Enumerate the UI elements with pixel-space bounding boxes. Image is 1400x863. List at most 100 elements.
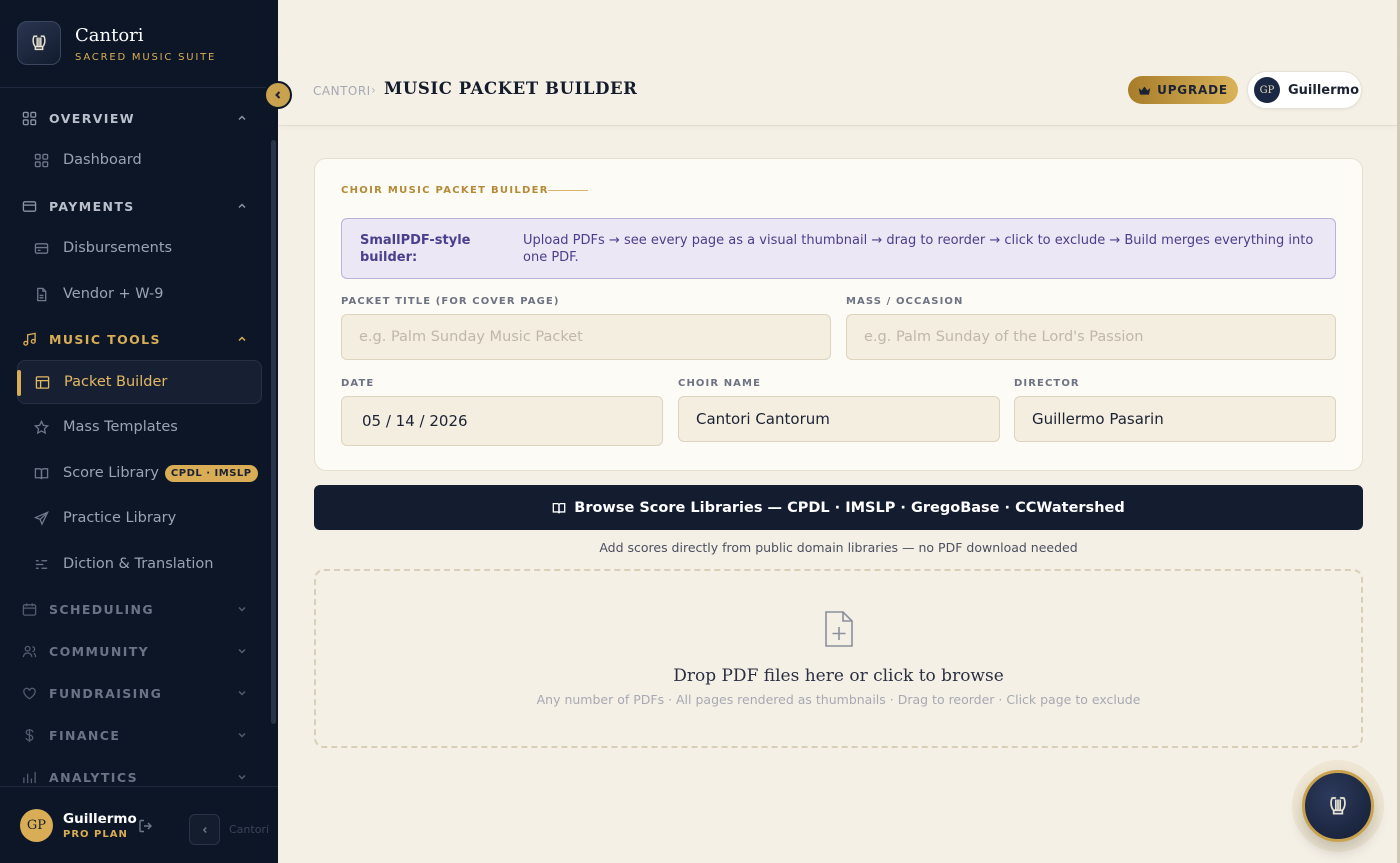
library-badge: CPDL · IMSLP bbox=[164, 464, 258, 482]
section-label: PAYMENTS bbox=[49, 198, 135, 214]
avatar[interactable]: GP bbox=[20, 809, 53, 842]
package-icon bbox=[35, 375, 50, 389]
section-finance[interactable]: FINANCE bbox=[0, 716, 270, 754]
user-name: Guillermo bbox=[1288, 82, 1359, 98]
sidebar-item-label: Vendor + W-9 bbox=[63, 286, 164, 302]
assistant-button[interactable] bbox=[1302, 770, 1374, 842]
section-payments[interactable]: PAYMENTS bbox=[0, 187, 270, 225]
file-plus-icon bbox=[825, 611, 853, 647]
choir-name-input[interactable]: Cantori Cantorum bbox=[678, 396, 1000, 442]
avatar: GP bbox=[1254, 77, 1280, 103]
sidebar-item-mass-templates[interactable]: Mass Templates bbox=[0, 408, 270, 446]
dropzone-subtitle: Any number of PDFs · All pages rendered … bbox=[536, 692, 1141, 707]
breadcrumb[interactable]: CANTORI bbox=[313, 84, 371, 98]
director-label: DIRECTOR bbox=[1014, 378, 1080, 389]
packet-builder-card: CHOIR MUSIC PACKET BUILDER SmallPDF-styl… bbox=[314, 158, 1363, 471]
date-input[interactable]: 05 / 14 / 2026 bbox=[341, 396, 663, 446]
page-title: MUSIC PACKET BUILDER bbox=[384, 79, 638, 98]
chevron-up-icon bbox=[238, 336, 246, 342]
section-label: FINANCE bbox=[49, 727, 121, 743]
grid-icon bbox=[22, 111, 37, 125]
music-note-icon bbox=[23, 332, 36, 346]
send-icon bbox=[34, 510, 49, 526]
sidebar-item-label: Dashboard bbox=[63, 152, 142, 168]
sidebar-footer: GP Guillermo PRO PLAN Cantori bbox=[0, 786, 278, 863]
user-name: Guillermo bbox=[63, 811, 137, 827]
upgrade-button[interactable]: UPGRADE bbox=[1128, 76, 1238, 104]
chevron-down-icon bbox=[238, 774, 246, 780]
chevron-left-icon bbox=[275, 91, 281, 99]
users-icon bbox=[22, 645, 37, 657]
page-header: CANTORI › MUSIC PACKET BUILDER UPGRADE G… bbox=[279, 52, 1397, 126]
lyre-logo-icon bbox=[17, 21, 61, 65]
section-scheduling[interactable]: SCHEDULING bbox=[0, 590, 270, 628]
director-input[interactable]: Guillermo Pasarin bbox=[1014, 396, 1336, 442]
app-subtitle: SACRED MUSIC SUITE bbox=[75, 51, 217, 63]
info-heading: SmallPDF-style builder: bbox=[360, 233, 471, 265]
date-label: DATE bbox=[341, 378, 375, 389]
packet-title-label: PACKET TITLE (FOR COVER PAGE) bbox=[341, 296, 560, 307]
collapse-hint-text: Cantori bbox=[229, 823, 270, 836]
sidebar-item-score-library[interactable]: Score Library CPDL · IMSLP bbox=[0, 454, 270, 492]
crown-icon bbox=[1138, 85, 1151, 95]
grid-icon bbox=[34, 153, 49, 167]
sidebar-divider bbox=[0, 87, 278, 88]
breadcrumb-separator: › bbox=[371, 83, 376, 97]
open-book-icon bbox=[552, 501, 566, 515]
packet-title-input[interactable]: e.g. Palm Sunday Music Packet bbox=[341, 314, 831, 360]
sidebar-item-dashboard[interactable]: Dashboard bbox=[0, 141, 270, 179]
section-overview[interactable]: OVERVIEW bbox=[0, 99, 270, 137]
info-banner: SmallPDF-style builder: Upload PDFs → se… bbox=[341, 218, 1336, 279]
dropzone-title: Drop PDF files here or click to browse bbox=[673, 666, 1004, 686]
mass-occasion-input[interactable]: e.g. Palm Sunday of the Lord's Passion bbox=[846, 314, 1336, 360]
star-icon bbox=[34, 419, 49, 434]
card-kicker: CHOIR MUSIC PACKET BUILDER bbox=[341, 185, 549, 196]
sidebar-item-vendor-w9[interactable]: Vendor + W-9 bbox=[0, 275, 270, 313]
browse-button-label: Browse Score Libraries — CPDL · IMSLP · … bbox=[574, 499, 1125, 516]
credit-card-icon bbox=[22, 200, 37, 212]
section-label: MUSIC TOOLS bbox=[49, 331, 161, 347]
document-icon bbox=[37, 287, 47, 301]
sidebar-item-label: Diction & Translation bbox=[63, 556, 214, 572]
section-label: SCHEDULING bbox=[49, 601, 155, 617]
sidebar-collapse-button[interactable] bbox=[189, 814, 220, 845]
chevron-down-icon bbox=[238, 690, 246, 696]
sidebar-item-label: Practice Library bbox=[63, 510, 177, 526]
calendar-icon bbox=[22, 602, 37, 616]
bar-chart-icon bbox=[23, 771, 36, 783]
chevron-left-icon bbox=[202, 826, 207, 833]
sidebar-toggle-button[interactable] bbox=[264, 81, 292, 109]
brand[interactable]: Cantori SACRED MUSIC SUITE bbox=[17, 21, 216, 65]
sidebar-item-label: Mass Templates bbox=[63, 419, 178, 435]
section-community[interactable]: COMMUNITY bbox=[0, 632, 270, 670]
chevron-up-icon bbox=[238, 203, 246, 209]
sidebar-scrollbar[interactable] bbox=[271, 140, 276, 724]
sidebar-item-practice-library[interactable]: Practice Library bbox=[0, 499, 270, 537]
upgrade-label: UPGRADE bbox=[1157, 83, 1228, 97]
sidebar-item-label: Score Library bbox=[63, 465, 159, 481]
browse-caption: Add scores directly from public domain l… bbox=[599, 540, 1078, 555]
sidebar-item-disbursements[interactable]: Disbursements bbox=[0, 229, 270, 267]
user-menu[interactable]: GP Guillermo bbox=[1247, 71, 1362, 109]
list-icon bbox=[35, 559, 48, 569]
wallet-icon bbox=[34, 242, 49, 254]
dollar-icon bbox=[25, 728, 34, 742]
heart-icon bbox=[23, 687, 36, 699]
section-label: COMMUNITY bbox=[49, 643, 150, 659]
sidebar-item-diction-translation[interactable]: Diction & Translation bbox=[0, 545, 270, 583]
sidebar-item-packet-builder[interactable]: Packet Builder bbox=[17, 360, 262, 404]
section-label: ANALYTICS bbox=[49, 769, 139, 785]
sidebar-item-label: Packet Builder bbox=[64, 374, 168, 390]
section-music-tools[interactable]: MUSIC TOOLS bbox=[0, 320, 270, 358]
sidebar: Cantori SACRED MUSIC SUITE OVERVIEW Dash… bbox=[0, 0, 278, 863]
chevron-up-icon bbox=[238, 115, 246, 121]
kicker-divider bbox=[548, 190, 588, 191]
section-label: FUNDRAISING bbox=[49, 685, 163, 701]
pdf-dropzone[interactable]: Drop PDF files here or click to browse A… bbox=[314, 569, 1363, 748]
chevron-down-icon bbox=[238, 732, 246, 738]
app-name: Cantori bbox=[75, 24, 144, 46]
browse-score-libraries-button[interactable]: Browse Score Libraries — CPDL · IMSLP · … bbox=[314, 485, 1363, 530]
lyre-icon bbox=[1330, 796, 1346, 815]
section-fundraising[interactable]: FUNDRAISING bbox=[0, 674, 270, 712]
logout-icon[interactable] bbox=[138, 818, 154, 834]
